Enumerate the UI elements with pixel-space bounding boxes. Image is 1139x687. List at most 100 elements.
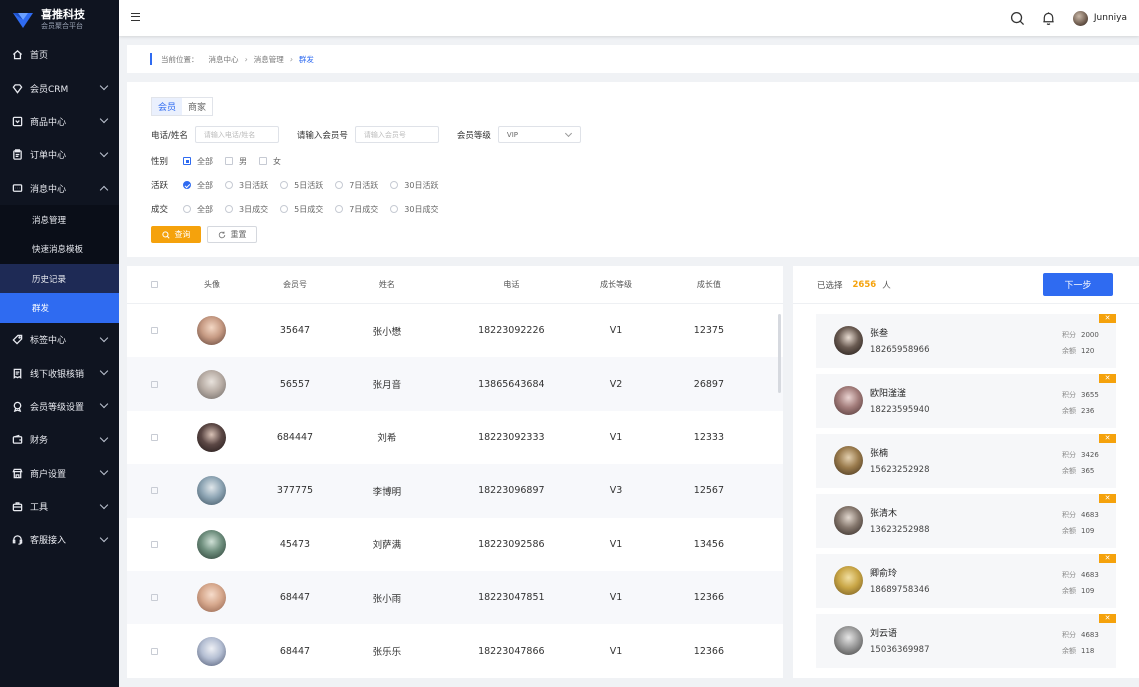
sidebar-subitem-quick-template[interactable]: 快速消息模板: [0, 234, 119, 264]
table-row[interactable]: 45473 刘萨满 18223092586 V1 13456: [127, 518, 783, 571]
sidebar-subitem-history[interactable]: 历史记录: [0, 263, 119, 294]
gender-option-male[interactable]: 男: [225, 156, 247, 167]
phone-cell: 18223092333: [478, 431, 545, 443]
sidebar-item-products[interactable]: 商品中心: [0, 105, 119, 138]
breadcrumb-link-message-center[interactable]: 消息中心: [209, 54, 239, 65]
sidebar-item-finance[interactable]: 财务: [0, 423, 119, 456]
active-option-7d[interactable]: 7日活跃: [335, 180, 378, 191]
chevron-down-icon: [99, 466, 109, 476]
deal-option-7d[interactable]: 7日成交: [335, 204, 378, 215]
menu-toggle-icon[interactable]: [131, 13, 140, 21]
member-no-input[interactable]: 请输入会员号: [354, 126, 439, 143]
member-balance: 余额 109: [1062, 526, 1094, 536]
breadcrumb-link-message-manage[interactable]: 消息管理: [254, 54, 284, 65]
avatar-cell: [182, 476, 241, 506]
row-checkbox[interactable]: [151, 540, 159, 548]
product-icon: [12, 116, 23, 127]
sidebar-item-home[interactable]: 首页: [0, 38, 119, 71]
diamond-icon: [12, 83, 23, 94]
sidebar-subitem-message-manage[interactable]: 消息管理: [0, 204, 119, 235]
sidebar-item-merchant-settings[interactable]: 商户设置: [0, 457, 119, 490]
reset-button[interactable]: 重置: [207, 226, 257, 243]
next-step-button[interactable]: 下一步: [1043, 273, 1113, 296]
balance-label: 余额: [1062, 527, 1076, 535]
remove-close-icon[interactable]: ✕: [1099, 494, 1116, 503]
sidebar-item-messages[interactable]: 消息中心: [0, 172, 119, 205]
remove-close-icon[interactable]: ✕: [1099, 614, 1116, 623]
select-all-checkbox[interactable]: [151, 281, 159, 288]
member-level-select[interactable]: VIP: [497, 126, 581, 143]
bell-icon[interactable]: [1041, 11, 1056, 26]
active-option-all[interactable]: 全部: [183, 180, 213, 191]
deal-option-30d[interactable]: 30日成交: [390, 204, 438, 215]
phone-cell: 18223047866: [478, 645, 545, 657]
member-no-cell: 684447: [276, 431, 314, 443]
row-checkbox-cell: [127, 327, 182, 335]
row-checkbox[interactable]: [151, 327, 159, 335]
member-level-label: 会员等级: [456, 130, 491, 141]
gender-option-female[interactable]: 女: [259, 156, 281, 167]
table-row[interactable]: 35647 张小懋 18223092226 V1 12375: [127, 304, 783, 357]
tab-member[interactable]: 会员: [152, 98, 183, 115]
avatar: [834, 386, 863, 415]
sidebar-item-crm[interactable]: 会员CRM: [0, 71, 119, 104]
remove-close-icon[interactable]: ✕: [1099, 554, 1116, 563]
remove-close-icon[interactable]: ✕: [1099, 314, 1116, 323]
row-checkbox[interactable]: [151, 647, 159, 655]
balance-label: 余额: [1062, 587, 1076, 595]
tab-merchant[interactable]: 商家: [182, 98, 212, 115]
sidebar-menu: 首页 会员CRM 商品中心 订单中心 消息中心 消息管理 快速消息模板 历史记录…: [0, 38, 119, 557]
sidebar-item-tags[interactable]: 标签中心: [0, 323, 119, 356]
table-scrollbar[interactable]: [778, 314, 781, 393]
user-avatar[interactable]: [1072, 10, 1088, 26]
sidebar-subitem-broadcast[interactable]: 群发: [0, 293, 119, 323]
breadcrumb: 当前位置： 消息中心 › 消息管理 › 群发: [127, 45, 1139, 73]
sidebar-item-offline-cashier[interactable]: 线下收银核销: [0, 356, 119, 389]
remove-close-icon[interactable]: ✕: [1099, 434, 1116, 443]
search-icon[interactable]: [1010, 11, 1025, 26]
table-row[interactable]: 68447 张乐乐 18223047866 V1 12366: [127, 624, 783, 677]
row-checkbox[interactable]: [151, 433, 159, 441]
active-option-30d[interactable]: 30日活跃: [390, 180, 438, 191]
gender-option-all[interactable]: 全部: [183, 156, 213, 167]
chevron-down-icon: [99, 115, 109, 124]
table-row[interactable]: 684447 刘希 18223092333 V1 12333: [127, 411, 783, 464]
sidebar-item-tools[interactable]: 工具: [0, 490, 119, 523]
member-points: 积分 2000: [1062, 330, 1099, 340]
table-row[interactable]: 377775 李博明 18223096897 V3 12567: [127, 464, 783, 518]
reset-button-label: 重置: [230, 230, 247, 239]
remove-close-icon[interactable]: ✕: [1099, 374, 1116, 383]
sidebar-item-customer-service[interactable]: 客服接入: [0, 523, 119, 556]
logo-icon: [13, 13, 33, 28]
sidebar-item-orders[interactable]: 订单中心: [0, 138, 119, 171]
growth-value-cell: 13456: [693, 538, 725, 550]
chevron-up-icon: [99, 186, 109, 195]
sidebar-item-label: 会员等级设置: [30, 402, 85, 413]
filter-row-inputs: 电话/姓名 请输入电话/姓名 请输入会员号 请输入会员号 会员等级 VIP: [151, 126, 581, 143]
deal-option-3d[interactable]: 3日成交: [225, 204, 268, 215]
member-phone: 15623252928: [870, 465, 930, 475]
brand[interactable]: 喜推科技 会员聚合平台: [0, 0, 119, 38]
active-option-3d[interactable]: 3日活跃: [225, 180, 268, 191]
row-checkbox[interactable]: [151, 380, 159, 388]
table-row[interactable]: 68447 张小雨 18223047851 V1 12366: [127, 571, 783, 625]
deal-option-all[interactable]: 全部: [183, 204, 213, 215]
deal-option-5d[interactable]: 5日成交: [280, 204, 323, 215]
points-value: 4683: [1081, 571, 1099, 579]
sidebar-item-member-level[interactable]: 会员等级设置: [0, 390, 119, 423]
member-name: 欧阳滏滏: [870, 389, 907, 399]
checkbox-checked-icon: [183, 157, 192, 165]
row-checkbox[interactable]: [151, 487, 159, 495]
phone-cell: 18223096897: [478, 485, 545, 497]
search-button[interactable]: 查询: [151, 226, 201, 243]
username[interactable]: Junniya: [1094, 13, 1127, 23]
balance-label: 余额: [1062, 467, 1076, 475]
col-member-no: 会员号: [282, 280, 307, 289]
phone-name-input[interactable]: 请输入电话/姓名: [194, 126, 279, 143]
chevron-right-icon: ›: [244, 54, 248, 64]
balance-value: 118: [1081, 647, 1095, 655]
active-option-5d[interactable]: 5日活跃: [280, 180, 323, 191]
avatar-cell: [182, 583, 241, 613]
row-checkbox[interactable]: [151, 594, 159, 602]
table-row[interactable]: 56557 张月音 13865643684 V2 26897: [127, 357, 783, 411]
